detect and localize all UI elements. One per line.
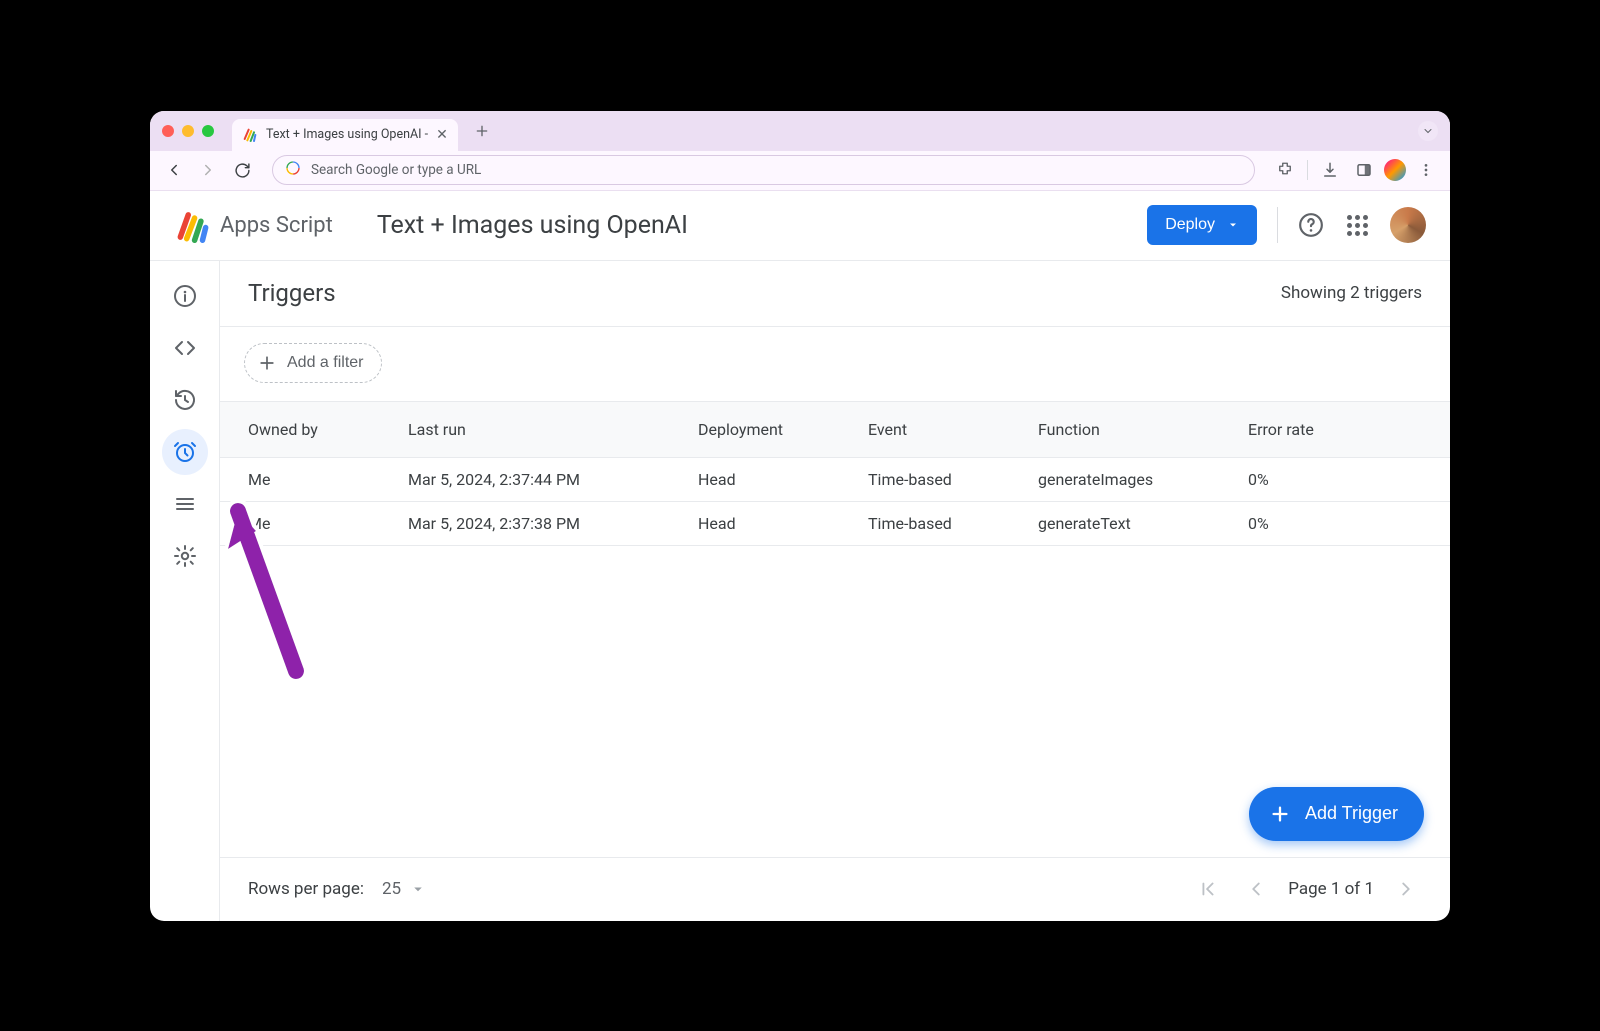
table-row[interactable]: Me Mar 5, 2024, 2:37:38 PM Head Time-bas… xyxy=(220,502,1450,546)
nav-settings[interactable] xyxy=(162,533,208,579)
cell-owned-by: Me xyxy=(248,470,408,489)
col-error-rate[interactable]: Error rate xyxy=(1248,420,1450,439)
cell-function: generateText xyxy=(1038,514,1248,533)
reload-button[interactable] xyxy=(228,156,256,184)
window-controls xyxy=(162,125,214,137)
chevron-down-icon xyxy=(1227,219,1239,231)
rows-per-page-label: Rows per page: xyxy=(248,879,364,899)
new-tab-button[interactable] xyxy=(468,117,496,145)
rows-per-page-value: 25 xyxy=(382,879,401,899)
col-last-run[interactable]: Last run xyxy=(408,420,698,439)
window-zoom-button[interactable] xyxy=(202,125,214,137)
back-button[interactable] xyxy=(160,156,188,184)
google-search-icon xyxy=(285,160,301,180)
col-owned-by[interactable]: Owned by xyxy=(248,420,408,439)
plus-icon xyxy=(257,353,277,373)
deploy-label: Deploy xyxy=(1165,216,1215,234)
cell-last-run: Mar 5, 2024, 2:37:44 PM xyxy=(408,470,698,489)
filter-row: Add a filter xyxy=(220,327,1450,401)
chevron-down-icon xyxy=(409,880,427,898)
browser-toolbar: Search Google or type a URL xyxy=(150,151,1450,191)
tab-close-icon[interactable]: ✕ xyxy=(436,127,448,143)
code-icon xyxy=(173,336,197,360)
nav-libraries[interactable] xyxy=(162,481,208,527)
main-content: Triggers Showing 2 triggers Add a filter… xyxy=(220,261,1450,921)
triggers-count-summary: Showing 2 triggers xyxy=(1281,283,1422,303)
browser-tab-strip: Text + Images using OpenAI - ✕ xyxy=(150,111,1450,151)
alarm-icon xyxy=(173,440,197,464)
history-icon xyxy=(173,388,197,412)
nav-editor[interactable] xyxy=(162,325,208,371)
address-bar[interactable]: Search Google or type a URL xyxy=(272,155,1255,185)
apps-grid-icon xyxy=(1347,215,1368,236)
pagination-bar: Rows per page: 25 Page 1 of 1 xyxy=(220,857,1450,921)
nav-overview[interactable] xyxy=(162,273,208,319)
add-trigger-button[interactable]: Add Trigger xyxy=(1249,787,1424,841)
project-title[interactable]: Text + Images using OpenAI xyxy=(377,211,688,240)
toolbar-divider xyxy=(1307,160,1308,180)
info-icon xyxy=(173,284,197,308)
apps-script-logo[interactable]: Apps Script xyxy=(174,207,333,243)
left-nav-rail xyxy=(150,261,220,921)
add-filter-button[interactable]: Add a filter xyxy=(244,343,382,383)
browser-tab-title: Text + Images using OpenAI - xyxy=(266,127,428,142)
app-header: Apps Script Text + Images using OpenAI D… xyxy=(150,191,1450,261)
browser-window: Text + Images using OpenAI - ✕ Search Go… xyxy=(150,111,1450,921)
page-title: Triggers xyxy=(248,279,336,307)
apps-script-favicon-icon xyxy=(242,127,258,143)
forward-button[interactable] xyxy=(194,156,222,184)
cell-last-run: Mar 5, 2024, 2:37:38 PM xyxy=(408,514,698,533)
header-divider xyxy=(1277,207,1278,243)
rows-per-page-select[interactable]: 25 xyxy=(382,879,427,899)
cell-event: Time-based xyxy=(868,470,1038,489)
add-trigger-label: Add Trigger xyxy=(1305,803,1398,824)
google-apps-button[interactable] xyxy=(1344,212,1370,238)
window-minimize-button[interactable] xyxy=(182,125,194,137)
prev-page-button[interactable] xyxy=(1240,873,1272,905)
apps-script-logo-icon xyxy=(174,207,210,243)
col-deployment[interactable]: Deployment xyxy=(698,420,868,439)
page-titlebar: Triggers Showing 2 triggers xyxy=(220,261,1450,327)
add-filter-label: Add a filter xyxy=(287,354,363,372)
product-name: Apps Script xyxy=(220,213,333,238)
nav-triggers[interactable] xyxy=(162,429,208,475)
cell-deployment: Head xyxy=(698,514,868,533)
help-button[interactable] xyxy=(1298,212,1324,238)
cell-error-rate: 0% xyxy=(1248,470,1450,489)
cell-error-rate: 0% xyxy=(1248,514,1450,533)
app-body: Triggers Showing 2 triggers Add a filter… xyxy=(150,261,1450,921)
next-page-button[interactable] xyxy=(1390,873,1422,905)
browser-tab[interactable]: Text + Images using OpenAI - ✕ xyxy=(232,119,458,151)
col-event[interactable]: Event xyxy=(868,420,1038,439)
deploy-button[interactable]: Deploy xyxy=(1147,205,1257,245)
side-panel-button[interactable] xyxy=(1350,156,1378,184)
downloads-button[interactable] xyxy=(1316,156,1344,184)
triggers-table: Owned by Last run Deployment Event Funct… xyxy=(220,401,1450,546)
cell-deployment: Head xyxy=(698,470,868,489)
plus-icon xyxy=(1269,803,1291,825)
page-indicator: Page 1 of 1 xyxy=(1288,879,1374,899)
cell-event: Time-based xyxy=(868,514,1038,533)
cell-function: generateImages xyxy=(1038,470,1248,489)
address-bar-placeholder: Search Google or type a URL xyxy=(311,162,481,178)
chrome-menu-button[interactable] xyxy=(1412,156,1440,184)
tabs-dropdown-button[interactable] xyxy=(1418,121,1438,141)
first-page-button[interactable] xyxy=(1192,873,1224,905)
window-close-button[interactable] xyxy=(162,125,174,137)
gear-icon xyxy=(173,544,197,568)
nav-executions[interactable] xyxy=(162,377,208,423)
table-header-row: Owned by Last run Deployment Event Funct… xyxy=(220,402,1450,458)
list-icon xyxy=(173,492,197,516)
account-avatar[interactable] xyxy=(1390,207,1426,243)
extensions-button[interactable] xyxy=(1271,156,1299,184)
cell-owned-by: Me xyxy=(248,514,408,533)
profile-avatar-small[interactable] xyxy=(1384,159,1406,181)
table-row[interactable]: Me Mar 5, 2024, 2:37:44 PM Head Time-bas… xyxy=(220,458,1450,502)
col-function[interactable]: Function xyxy=(1038,420,1248,439)
